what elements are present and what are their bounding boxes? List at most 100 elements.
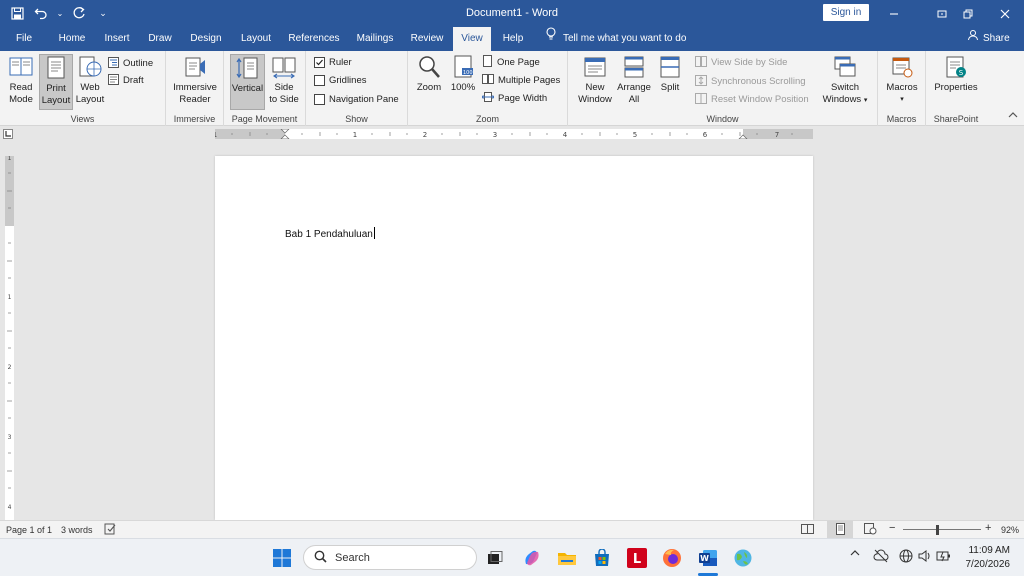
navigation-pane-checkbox[interactable]: Navigation Pane	[314, 92, 399, 107]
read-mode-button[interactable]: Read Mode	[4, 54, 38, 106]
vertical-ruler[interactable]: 1 1 2 3 4	[5, 156, 14, 520]
clock-time: 11:09 AM	[968, 545, 1010, 556]
volume-icon[interactable]	[918, 549, 932, 566]
globe-app-icon[interactable]	[731, 546, 755, 570]
tell-me-label: Tell me what you want to do	[563, 33, 687, 44]
ruler-checkmark-icon	[314, 57, 325, 68]
read-mode-view-icon[interactable]	[801, 523, 814, 537]
print-layout-view-icon[interactable]	[827, 521, 853, 538]
immersive-reader-label-2: Reader	[179, 94, 211, 105]
web-layout-view-icon[interactable]	[864, 523, 877, 537]
print-layout-button[interactable]: Print Layout	[39, 54, 73, 110]
redo-icon[interactable]	[70, 4, 88, 22]
zoom-level[interactable]: 92%	[1001, 525, 1019, 535]
view-side-by-side-button[interactable]: View Side by Side	[695, 55, 787, 70]
side-to-side-button[interactable]: Side to Side	[266, 54, 302, 106]
firefox-icon[interactable]	[660, 546, 684, 570]
taskbar-search-box[interactable]: Search	[303, 545, 477, 570]
split-button[interactable]: Split	[656, 54, 684, 94]
microsoft-store-icon[interactable]	[590, 546, 614, 570]
document-text[interactable]: Bab 1 Pendahuluan	[285, 229, 373, 240]
document-page[interactable]: Bab 1 Pendahuluan	[215, 156, 813, 520]
undo-dropdown-icon[interactable]: ⌄	[56, 4, 64, 22]
tab-selector-icon[interactable]	[3, 129, 13, 139]
one-page-button[interactable]: One Page	[482, 55, 540, 70]
one-page-icon	[482, 55, 493, 70]
macros-label: Macros	[886, 82, 918, 93]
restore-button[interactable]	[948, 0, 988, 27]
tab-insert[interactable]: Insert	[98, 27, 136, 51]
page-movement-group-label: Page Movement	[231, 114, 298, 124]
reset-window-position-button[interactable]: Reset Window Position	[695, 92, 809, 107]
draft-button[interactable]: Draft	[108, 73, 144, 88]
side-to-side-label-1: Side	[274, 82, 294, 93]
sign-in-button[interactable]: Sign in	[823, 4, 869, 21]
zoom-100-button[interactable]: 100 100%	[448, 54, 478, 94]
web-layout-button[interactable]: Web Layout	[74, 54, 106, 106]
gridlines-label: Gridlines	[329, 75, 367, 86]
new-window-button[interactable]: New Window	[576, 54, 614, 106]
switch-windows-icon	[832, 54, 858, 80]
tab-view[interactable]: View	[453, 27, 491, 51]
zoom-slider-thumb[interactable]	[936, 525, 939, 535]
arrange-all-button[interactable]: Arrange All	[616, 54, 652, 106]
vertical-button[interactable]: Vertical	[230, 54, 265, 110]
network-globe-icon[interactable]	[899, 549, 913, 566]
vertical-ruler-ticks: 1 1 2 3 4	[7, 156, 12, 511]
properties-button[interactable]: S Properties	[930, 54, 982, 94]
tab-home[interactable]: Home	[52, 27, 92, 51]
system-clock[interactable]: 11:09 AM 7/20/2026	[962, 544, 1011, 572]
document-body[interactable]: Bab 1 Pendahuluan	[285, 227, 375, 240]
zoom-slider-track[interactable]	[903, 529, 981, 530]
close-button[interactable]	[985, 0, 1024, 27]
immersive-reader-icon	[182, 54, 208, 80]
synchronous-scrolling-button[interactable]: Synchronous Scrolling	[695, 74, 806, 89]
gridlines-checkbox[interactable]: Gridlines	[314, 73, 367, 88]
tab-file[interactable]: File	[8, 27, 40, 51]
switch-windows-button[interactable]: Switch Windows ▾	[818, 54, 872, 107]
tab-review[interactable]: Review	[406, 27, 448, 51]
macros-button[interactable]: Macros ▾	[884, 54, 920, 106]
share-button[interactable]: Share	[967, 27, 1010, 51]
tab-design[interactable]: Design	[184, 27, 228, 51]
save-icon[interactable]	[8, 4, 26, 22]
lightbulb-icon	[545, 27, 557, 51]
show-hidden-icons-icon[interactable]	[850, 549, 860, 560]
tab-layout[interactable]: Layout	[234, 27, 278, 51]
windows-start-icon[interactable]	[270, 546, 294, 570]
immersive-reader-button[interactable]: Immersive Reader	[170, 54, 220, 106]
tab-draw[interactable]: Draw	[142, 27, 178, 51]
task-view-icon[interactable]	[483, 546, 507, 570]
horizontal-ruler[interactable]: 1 1 2 3 4 5 6 7	[215, 129, 813, 139]
word-app-icon[interactable]: W	[696, 546, 720, 570]
tell-me-search[interactable]: Tell me what you want to do	[545, 27, 686, 51]
zoom-button[interactable]: Zoom	[414, 54, 444, 94]
immersive-group: Immersive Reader Immersive	[166, 51, 224, 126]
battery-icon[interactable]	[936, 549, 952, 566]
word-count[interactable]: 3 words	[61, 525, 93, 535]
tab-help[interactable]: Help	[497, 27, 529, 51]
customize-qat-icon[interactable]: ⌄	[94, 4, 112, 22]
minimize-button[interactable]	[874, 0, 914, 27]
outline-label: Outline	[123, 58, 154, 69]
navigation-pane-label: Navigation Pane	[329, 94, 399, 105]
copilot-icon[interactable]	[520, 546, 544, 570]
tab-mailings[interactable]: Mailings	[350, 27, 400, 51]
cloud-offline-icon[interactable]	[873, 549, 889, 566]
proofing-icon[interactable]	[104, 523, 117, 537]
letter-l-app-icon[interactable]: L	[625, 546, 649, 570]
undo-icon[interactable]	[32, 4, 50, 22]
file-explorer-icon[interactable]	[555, 546, 579, 570]
page-width-button[interactable]: Page Width	[481, 91, 547, 106]
tab-references[interactable]: References	[284, 27, 344, 51]
outline-button[interactable]: Outline	[108, 56, 153, 71]
synchronous-scrolling-icon	[695, 74, 707, 89]
ruler-number: 4	[563, 131, 568, 139]
multiple-pages-label: Multiple Pages	[498, 75, 561, 86]
ruler-checkbox[interactable]: Ruler	[314, 55, 352, 70]
collapse-ribbon-icon[interactable]	[1008, 111, 1018, 122]
page-count[interactable]: Page 1 of 1	[6, 525, 52, 535]
multiple-pages-button[interactable]: Multiple Pages	[482, 73, 560, 88]
zoom-out-button[interactable]: −	[889, 522, 895, 534]
zoom-in-button[interactable]: +	[985, 522, 991, 534]
